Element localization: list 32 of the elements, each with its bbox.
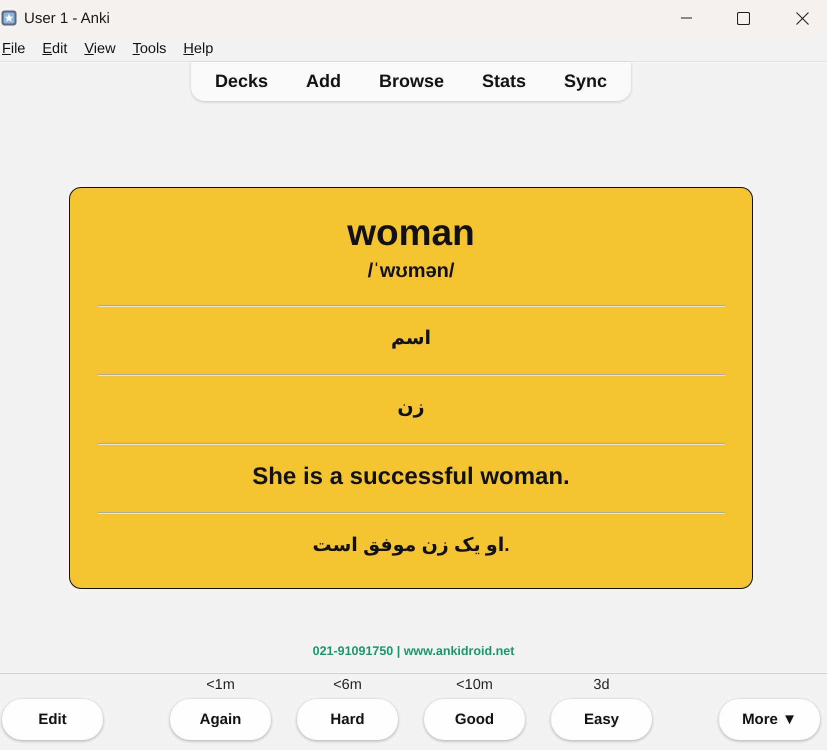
toolbar-tab[interactable]: Add	[286, 62, 360, 101]
edit-button[interactable]: Edit	[2, 699, 103, 740]
answer-button[interactable]: Good	[424, 699, 525, 740]
interval-label: <1m	[206, 676, 235, 694]
minimize-icon	[680, 17, 692, 19]
interval-label: <6m	[333, 676, 362, 694]
menu-item[interactable]: File	[2, 40, 26, 58]
maximize-icon	[736, 12, 750, 24]
window-title: User 1 - Anki	[24, 10, 110, 26]
toolbar-tab[interactable]: Browse	[360, 62, 464, 101]
pronunciation-text: /ˈwʊmən/	[366, 260, 456, 282]
card-field-text: اسم	[390, 326, 432, 351]
more-button[interactable]: More ▼	[719, 699, 820, 740]
card-field-text: She is a successful woman.	[251, 462, 571, 490]
menu-item[interactable]: Edit	[42, 40, 68, 58]
card-field-text: زن	[396, 396, 426, 420]
toolbar-tab[interactable]: Decks	[196, 62, 287, 101]
card-word: woman	[346, 212, 476, 254]
contact-text: 021-91091750 | www.ankidroid.net	[312, 644, 514, 658]
answer-button[interactable]: Hard	[297, 699, 398, 740]
interval-label: 3d	[593, 676, 610, 694]
card-field-text: او یک زن موفق است.	[311, 534, 511, 558]
answer-button[interactable]: Easy	[551, 699, 652, 740]
toolbar-tab[interactable]: Stats	[463, 62, 546, 101]
menu-item[interactable]: Tools	[132, 40, 166, 58]
toolbar-tab[interactable]: Sync	[545, 62, 626, 101]
star-card-icon	[1, 10, 17, 26]
interval-label: <10m	[456, 676, 493, 694]
menu-item[interactable]: Help	[183, 40, 214, 58]
close-icon	[796, 12, 808, 24]
answer-button[interactable]: Again	[170, 699, 271, 740]
menu-item[interactable]: View	[84, 40, 116, 58]
